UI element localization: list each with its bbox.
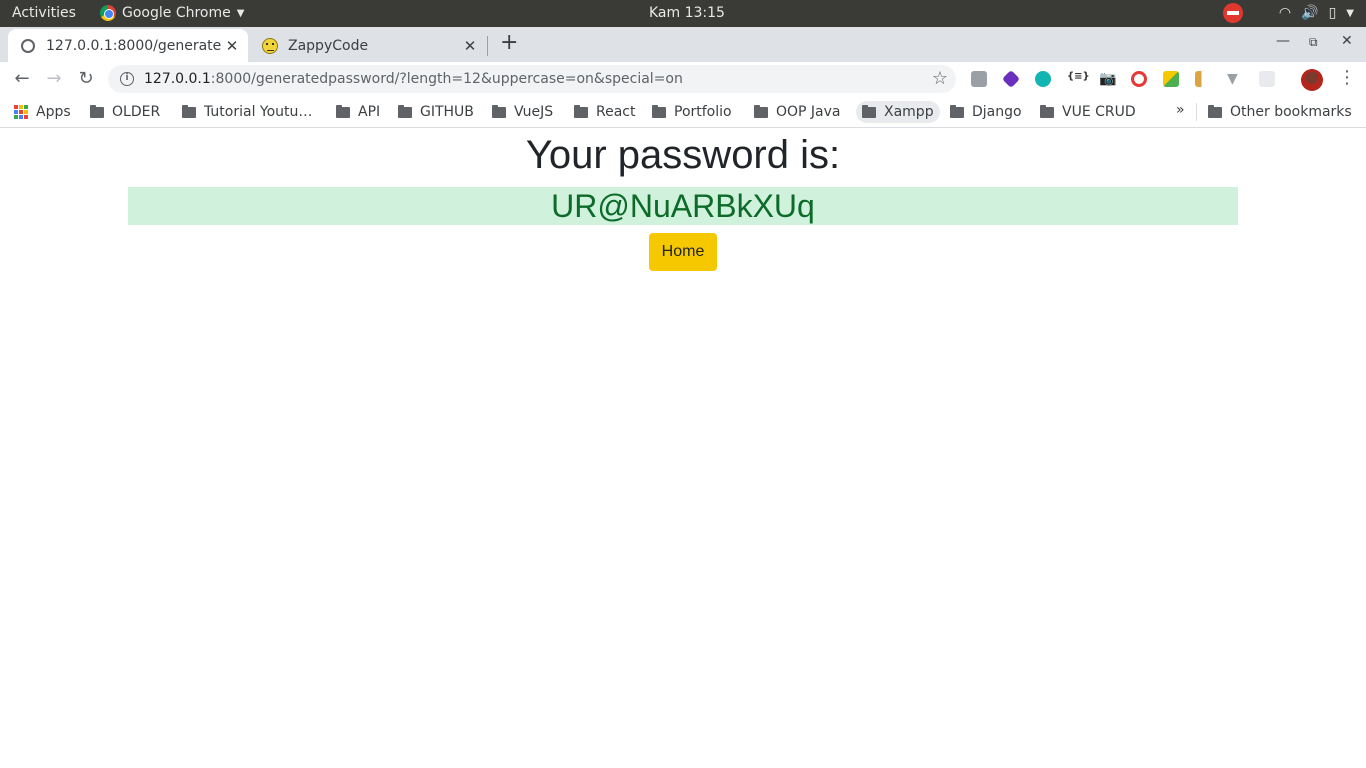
folder-icon	[1040, 104, 1054, 118]
wifi-icon: ◠	[1278, 5, 1292, 21]
bookmark-folder[interactable]: React	[568, 101, 641, 123]
restore-button[interactable]: ⧉	[1309, 35, 1318, 50]
activities-button[interactable]: Activities	[12, 5, 76, 21]
folder-icon	[182, 104, 196, 118]
folder-icon	[492, 104, 506, 118]
clock[interactable]: Kam 13:15	[649, 5, 725, 21]
battery-icon: ▯	[1328, 5, 1337, 21]
system-top-bar: Activities Google Chrome ▼ Kam 13:15 ◠ 🔊…	[0, 0, 1366, 27]
browser-toolbar: ← → ↻ i 127.0.0.1:8000/generatedpassword…	[0, 62, 1366, 96]
tab-strip: 127.0.0.1:8000/generated ✕ ZappyCode ✕	[0, 27, 1366, 62]
system-tray[interactable]: ◠ 🔊 ▯ ▼	[1222, 3, 1354, 23]
other-bookmarks[interactable]: Other bookmarks	[1202, 101, 1358, 123]
extension-icon-7[interactable]	[1163, 71, 1179, 87]
bookmark-folder[interactable]: OOP Java	[748, 101, 847, 123]
bookmark-label: Apps	[36, 104, 71, 120]
folder-icon	[90, 104, 104, 118]
tab-generated-password[interactable]: 127.0.0.1:8000/generated ✕	[8, 29, 248, 62]
app-menu[interactable]: Google Chrome ▼	[100, 5, 244, 21]
menu-icon[interactable]: ⋮	[1338, 67, 1356, 88]
close-window-button[interactable]: ✕	[1341, 33, 1353, 49]
camera-icon[interactable]: 📷	[1099, 71, 1116, 87]
page-title: Your password is:	[525, 133, 841, 177]
folder-icon	[862, 104, 876, 118]
bookmark-star-icon[interactable]: ☆	[932, 68, 948, 89]
url-path: :8000/generatedpassword/?length=12&upper…	[210, 71, 683, 87]
bookmark-folder[interactable]: Django	[944, 101, 1028, 123]
bookmark-label: VueJS	[514, 104, 554, 120]
profile-avatar[interactable]	[1301, 69, 1323, 91]
folder-icon	[574, 104, 588, 118]
bookmark-label: React	[596, 104, 636, 120]
vue-devtools-icon[interactable]: ▼	[1227, 71, 1243, 87]
tab-zappycode[interactable]: ZappyCode ✕	[250, 29, 486, 62]
bookmark-folder[interactable]: API	[330, 101, 386, 123]
page-content: Your password is: UR@NuARBkXUq Home	[0, 129, 1366, 768]
back-button[interactable]: ←	[10, 67, 34, 91]
bookmark-label: GITHUB	[420, 104, 474, 120]
url-text[interactable]: 127.0.0.1:8000/generatedpassword/?length…	[144, 71, 683, 87]
folder-icon	[336, 104, 350, 118]
bookmark-label: Tutorial Youtu…	[204, 104, 313, 120]
bookmark-folder[interactable]: GITHUB	[392, 101, 480, 123]
reload-button[interactable]: ↻	[74, 67, 98, 91]
folder-icon	[398, 104, 412, 118]
address-bar[interactable]: i 127.0.0.1:8000/generatedpassword/?leng…	[108, 65, 956, 93]
bookmark-label: Django	[972, 104, 1022, 120]
home-button[interactable]: Home	[649, 233, 717, 271]
bookmark-folder[interactable]: VueJS	[486, 101, 559, 123]
bookmarks-bar: Apps OLDER Tutorial Youtu… API GITHUB Vu…	[0, 96, 1366, 128]
folder-icon	[950, 104, 964, 118]
bookmark-folder[interactable]: Portfolio	[646, 101, 738, 123]
bookmark-folder[interactable]: Tutorial Youtu…	[176, 101, 318, 123]
forward-button[interactable]: →	[42, 67, 66, 91]
extension-icon-2[interactable]	[1001, 69, 1021, 89]
apps-icon	[14, 105, 28, 119]
globe-icon	[20, 38, 36, 54]
chrome-icon	[100, 5, 116, 21]
info-icon[interactable]: i	[120, 72, 134, 86]
extension-icon-6[interactable]	[1131, 71, 1147, 87]
bookmark-label: VUE CRUD	[1062, 104, 1136, 120]
extension-icon-10[interactable]	[1259, 71, 1275, 87]
bookmarks-overflow-button[interactable]: »	[1176, 102, 1185, 118]
url-host: 127.0.0.1	[144, 71, 211, 87]
bookmark-folder[interactable]: OLDER	[84, 101, 166, 123]
bookmark-label: Xampp	[884, 104, 934, 120]
extension-icon-3[interactable]	[1035, 71, 1051, 87]
minimize-button[interactable]: —	[1276, 33, 1290, 49]
folder-icon	[652, 104, 666, 118]
app-menu-label: Google Chrome	[122, 5, 231, 21]
bookmark-label: Portfolio	[674, 104, 732, 120]
chevron-down-icon: ▼	[236, 7, 245, 19]
folder-icon	[1208, 104, 1222, 118]
bookmark-label: Other bookmarks	[1230, 104, 1352, 120]
bookmark-label: OLDER	[112, 104, 161, 120]
tab-title: 127.0.0.1:8000/generated	[46, 37, 222, 54]
bookmark-folder[interactable]: Xampp	[856, 101, 940, 123]
tab-separator	[487, 36, 488, 56]
bookmark-label: OOP Java	[776, 104, 841, 120]
json-viewer-icon[interactable]: {≡}	[1067, 71, 1090, 87]
folder-icon	[754, 104, 768, 118]
bookmark-apps[interactable]: Apps	[8, 101, 77, 123]
extension-icon-8[interactable]	[1195, 71, 1211, 87]
new-tab-button[interactable]: +	[500, 32, 518, 54]
close-icon[interactable]: ✕	[460, 37, 480, 55]
bookmarks-separator	[1196, 103, 1197, 121]
bookmark-folder[interactable]: VUE CRUD	[1034, 101, 1142, 123]
extension-icon-1[interactable]	[971, 71, 987, 87]
tab-title: ZappyCode	[288, 37, 369, 54]
close-icon[interactable]: ✕	[222, 37, 242, 55]
smiley-icon	[262, 37, 278, 54]
chevron-down-icon: ▼	[1346, 7, 1354, 19]
password-display: UR@NuARBkXUq	[128, 187, 1238, 225]
volume-icon: 🔊	[1301, 5, 1319, 21]
bookmark-label: API	[358, 104, 381, 120]
do-not-disturb-icon[interactable]	[1222, 3, 1243, 23]
